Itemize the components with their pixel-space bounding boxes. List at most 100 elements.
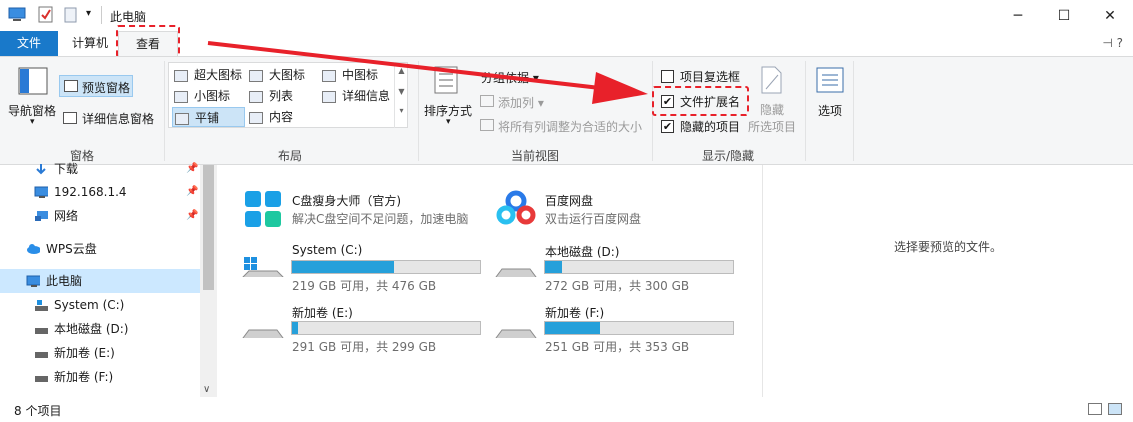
add-columns-button[interactable]: 添加列 ▾ — [498, 94, 544, 111]
ribbon-pin-icon[interactable]: ⊣ ? — [1102, 36, 1123, 50]
list-item-drive-c[interactable]: System (C:) 219 GB 可用，共 476 GB — [241, 241, 481, 297]
sidebar-item-label: System (C:) — [54, 298, 125, 312]
drive-usage-bar — [544, 321, 734, 335]
details-pane-icon — [63, 112, 77, 124]
download-icon — [36, 164, 46, 175]
nav-scrollbar[interactable]: ∨ — [200, 165, 217, 397]
pin-icon: 📌 — [186, 186, 199, 197]
new-folder-icon[interactable] — [64, 6, 78, 24]
content-pane: C盘瘦身大师（官方) 解决C盘空间不足问题，加速电脑 百度网盘 双击运行百度网盘… — [217, 165, 763, 397]
hide-selected-icon — [761, 66, 782, 94]
drive-icon — [35, 352, 48, 358]
list-item-drive-f[interactable]: 新加卷 (F:) 251 GB 可用，共 353 GB — [494, 302, 734, 358]
drive-icon — [495, 329, 537, 338]
hide-selected-button[interactable]: 隐藏 — [760, 101, 784, 118]
sidebar-item-label: WPS云盘 — [46, 242, 97, 256]
item-checkboxes-checkbox[interactable] — [661, 70, 674, 83]
layout-gallery: 超大图标 大图标 中图标 小图标 列表 详细信息 平铺 内容 — [168, 62, 408, 128]
drive-usage-bar — [544, 260, 734, 274]
drive-usage-bar — [291, 260, 481, 274]
preview-pane-button[interactable]: 预览窗格 — [59, 75, 133, 97]
group-label-show-hide: 显示/隐藏 — [701, 149, 755, 163]
list-item-drive-e[interactable]: 新加卷 (E:) 291 GB 可用，共 299 GB — [241, 302, 481, 358]
group-by-button[interactable]: 分组依据 ▾ — [481, 69, 539, 86]
large-icons-view-icon[interactable] — [1108, 403, 1122, 415]
sidebar-item-drive-c[interactable]: System (C:) — [0, 293, 200, 317]
sidebar-item-this-pc[interactable]: 此电脑 — [0, 269, 200, 293]
list-item-baidu-netdisk[interactable]: 百度网盘 双击运行百度网盘 — [494, 185, 734, 233]
drive-usage-fill — [545, 261, 562, 273]
drive-icon — [35, 376, 48, 382]
pin-icon: 📌 — [186, 210, 199, 221]
layout-list[interactable]: 列表 — [249, 86, 293, 106]
highlight-box-file-extensions — [652, 86, 749, 116]
cloud-icon — [27, 244, 40, 254]
list-item-drive-d[interactable]: 本地磁盘 (D:) 272 GB 可用，共 300 GB — [494, 241, 734, 297]
hidden-items-checkbox[interactable]: ✔ — [661, 120, 674, 133]
navigation-pane: 下载 📌 192.168.1.4 📌 网络 📌 WPS云盘 此电脑 System… — [0, 162, 217, 397]
sidebar-item-label: 下载 — [54, 162, 79, 176]
fit-columns-icon — [480, 119, 494, 131]
sidebar-item-label: 此电脑 — [46, 274, 83, 288]
chevron-down-icon[interactable]: ▾ — [446, 117, 451, 127]
highlight-box-view-tab — [116, 25, 180, 58]
chevron-down-icon[interactable]: ▾ — [30, 117, 35, 127]
layout-medium-icons[interactable]: 中图标 — [322, 65, 378, 85]
chevron-down-icon[interactable]: ▼ — [395, 87, 408, 96]
tab-computer[interactable]: 计算机 — [62, 31, 118, 56]
sidebar-item-network-share[interactable]: 192.168.1.4 📌 — [0, 180, 200, 204]
layout-gallery-scroll[interactable]: ▲ ▼ ▾ — [394, 62, 408, 128]
sidebar-item-drive-f[interactable]: 新加卷 (F:) — [0, 365, 200, 389]
close-button[interactable]: ✕ — [1087, 0, 1133, 31]
sidebar-item-drive-e[interactable]: 新加卷 (E:) — [0, 341, 200, 365]
chevron-up-icon[interactable]: ▲ — [395, 66, 408, 75]
options-icon — [816, 67, 844, 93]
sidebar-item-label: 本地磁盘 (D:) — [54, 322, 129, 336]
navigation-pane-icon — [18, 67, 48, 95]
layout-small-icons[interactable]: 小图标 — [174, 86, 230, 106]
layout-details[interactable]: 详细信息 — [322, 86, 390, 106]
preview-pane: 选择要预览的文件。 — [764, 165, 1133, 397]
minimize-button[interactable]: ─ — [995, 0, 1041, 31]
preview-pane-label: 预览窗格 — [82, 81, 131, 95]
layout-content[interactable]: 内容 — [249, 107, 293, 127]
divider — [164, 61, 165, 161]
nav-scrollbar-thumb[interactable] — [203, 165, 214, 290]
app-description: 双击运行百度网盘 — [545, 212, 642, 226]
drive-usage-text: 219 GB 可用，共 476 GB — [292, 279, 437, 293]
window-title: 此电脑 — [110, 10, 147, 24]
maximize-button[interactable]: ☐ — [1041, 0, 1087, 31]
sidebar-item-downloads[interactable]: 下载 📌 — [0, 157, 200, 181]
sidebar-item-wps-cloud[interactable]: WPS云盘 — [0, 237, 200, 261]
app-name: C盘瘦身大师（官方) — [292, 194, 402, 208]
fit-columns-button[interactable]: 将所有列调整为合适的大小 — [498, 118, 642, 135]
ribbon: 导航窗格 ▾ 预览窗格 详细信息窗格 窗格 超大图标 大图标 中图标 小图标 列… — [0, 56, 1133, 165]
chevron-down-icon[interactable]: ∨ — [203, 384, 210, 395]
details-view-icon[interactable] — [1088, 403, 1102, 415]
layout-extra-large-icons[interactable]: 超大图标 — [174, 65, 242, 85]
ribbon-tabs: 文件 计算机 查看 ⊣ ? — [0, 25, 1133, 58]
c-cleaner-app-icon — [245, 191, 281, 227]
tab-file[interactable]: 文件 — [0, 31, 58, 56]
drive-icon — [242, 329, 284, 338]
divider — [418, 61, 419, 161]
drive-usage-fill — [292, 261, 394, 273]
sidebar-item-drive-d[interactable]: 本地磁盘 (D:) — [0, 317, 200, 341]
properties-icon[interactable] — [38, 6, 54, 24]
drive-name: 新加卷 (E:) — [292, 306, 353, 320]
sidebar-item-network[interactable]: 网络 📌 — [0, 204, 200, 228]
status-bar: 8 个项目 — [0, 397, 1133, 422]
drive-usage-fill — [292, 322, 298, 334]
sidebar-item-label: 网络 — [54, 209, 79, 223]
layout-tiles[interactable]: 平铺 — [172, 107, 245, 127]
hidden-items-label: 隐藏的项目 — [680, 120, 741, 134]
quick-access-dropdown-icon[interactable]: ▾ — [86, 8, 91, 26]
system-drive-icon — [242, 257, 284, 277]
expand-icon[interactable]: ▾ — [395, 106, 408, 115]
layout-large-icons[interactable]: 大图标 — [249, 65, 305, 85]
details-pane-button[interactable]: 详细信息窗格 — [82, 110, 154, 127]
options-button[interactable]: 选项 — [818, 102, 842, 119]
list-item-c-cleaner[interactable]: C盘瘦身大师（官方) 解决C盘空间不足问题，加速电脑 — [241, 185, 481, 233]
drive-usage-text: 251 GB 可用，共 353 GB — [545, 340, 690, 354]
network-icon — [35, 211, 48, 221]
